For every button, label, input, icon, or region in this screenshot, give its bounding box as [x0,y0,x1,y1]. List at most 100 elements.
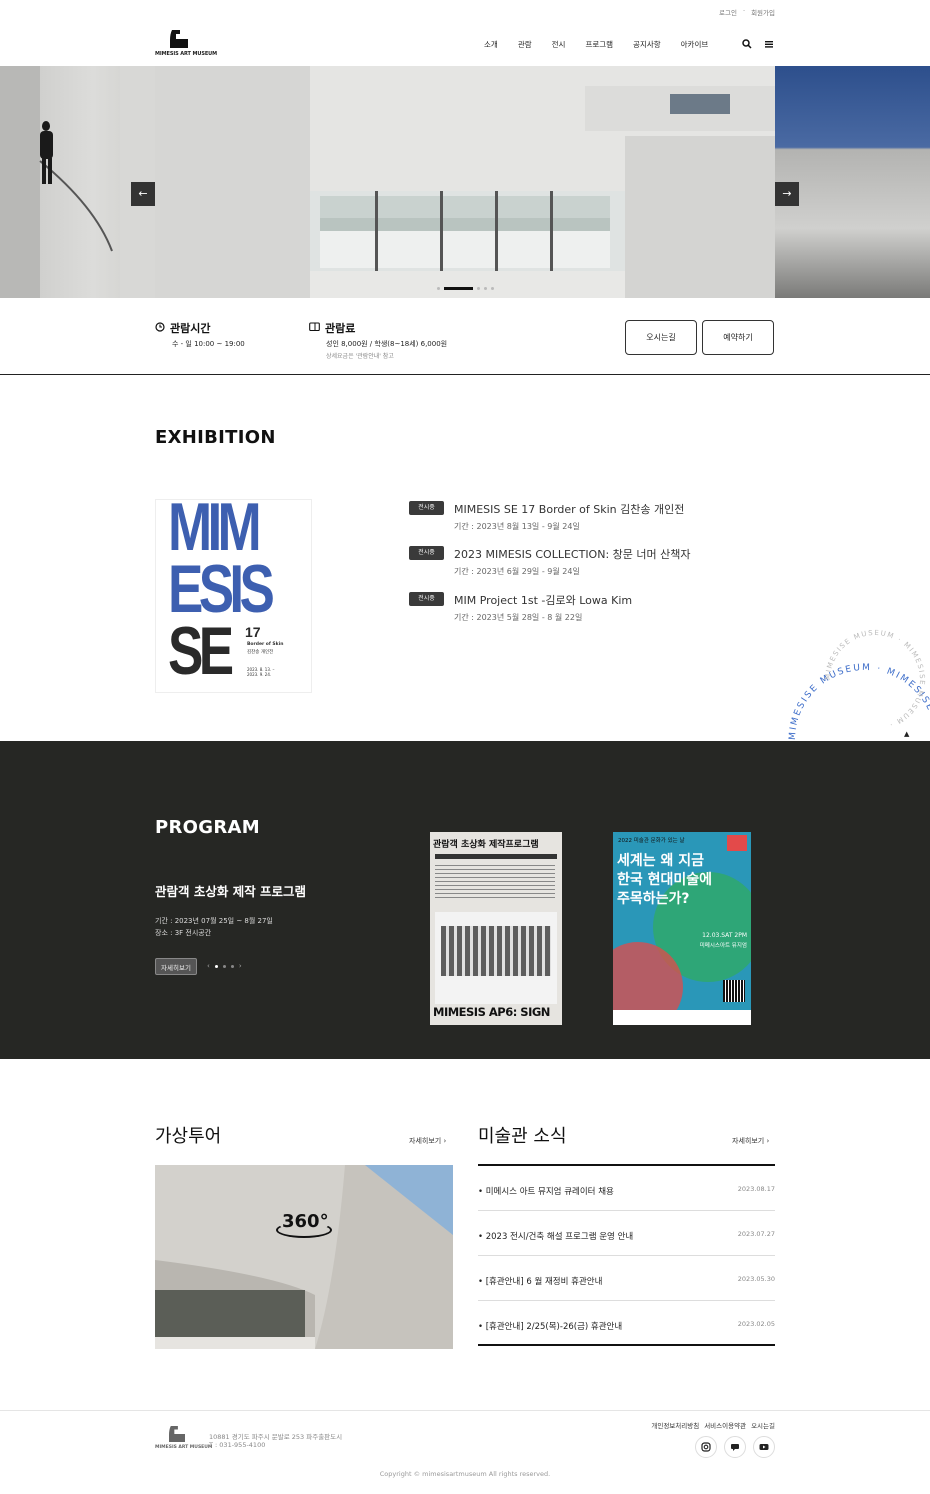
program-poster-2[interactable]: 2022 미술관 문화가 있는 날 세계는 왜 지금 한국 현대미술에 주목하는… [613,832,751,1025]
program-dot[interactable] [230,964,234,968]
poster-2-line-2: 한국 현대미술에 [617,872,713,888]
news-section-title: 미술관 소식 [478,1126,567,1147]
copyright: Copyright © mimesisartmuseum All rights … [379,1470,551,1478]
scroll-top-icon[interactable]: ▲ [904,730,909,738]
exhibition-list-item[interactable]: 전시중 MIM Project 1st -김로와 Lowa Kim 기간 : 2… [409,592,632,622]
visit-info-bar: 관람시간 수 - 일 10:00 ~ 19:00 관람료 성인 8,000원 /… [0,298,930,375]
news-item-title[interactable]: • 2023 전시/건축 해설 프로그램 운영 안내 [478,1230,633,1242]
youtube-icon[interactable] [753,1436,775,1458]
hero-current-slide-image [155,66,775,298]
poster-2-place: 미메시스아트 뮤지엄 [699,943,747,949]
ticket-icon [309,322,320,332]
hero-pagination [437,287,494,290]
hero-next-button[interactable]: → [775,182,799,206]
poster-number: 17 [245,624,261,640]
news-item-title-text: 2023 전시/건축 해설 프로그램 운영 안내 [485,1232,634,1242]
exhibition-list-item[interactable]: 전시중 2023 MIMESIS COLLECTION: 창문 너머 산책자 기… [409,546,690,576]
fee-value: 성인 8,000원 / 학생(8~18세) 6,000원 [326,340,448,348]
footer-phone: T : 031-955-4100 [209,1441,266,1449]
news-item-title-text: 미메시스 아트 뮤지엄 큐레이터 채용 [485,1187,614,1197]
exhibition-list-item[interactable]: 전시중 MIMESIS SE 17 Border of Skin 김찬송 개인전… [409,501,684,531]
news-list-item[interactable]: • 2023 전시/건축 해설 프로그램 운영 안내 2023.07.27 [478,1211,775,1256]
exhibition-item-date: 기간 : 2023년 8월 13일 - 9월 24일 [454,522,580,531]
tour-more-link[interactable]: 자세히보기 › [409,1136,446,1146]
program-period: 기간 : 2023년 07월 25일 ~ 8월 27일 [155,917,273,925]
news-item-title-text: [휴관안내] 6 월 재정비 휴관안내 [485,1277,603,1287]
chevron-right-icon: › [766,1137,770,1145]
privacy-policy-link[interactable]: 개인정보처리방침 [651,1420,699,1430]
chevron-left-icon[interactable]: ‹ [207,962,210,970]
directions-link[interactable]: 오시는길 [751,1420,775,1430]
search-icon[interactable] [742,39,752,49]
tour-section-title: 가상투어 [155,1126,222,1147]
signup-link[interactable]: 회원가입 [751,7,775,17]
poster-line-1: MIM [168,499,262,565]
exhibition-item-title[interactable]: MIMESIS SE 17 Border of Skin 김찬송 개인전 [454,501,684,517]
chat-icon[interactable] [724,1436,746,1458]
header-icons [742,39,774,49]
hours-title: 관람시간 [170,322,211,335]
program-name: 관람객 초상화 제작 프로그램 [155,884,307,899]
hero-dot[interactable] [484,287,487,290]
news-more-link[interactable]: 자세히보기 › [732,1136,769,1146]
nav-item-notice[interactable]: 공지사항 [633,39,661,50]
program-dot-active[interactable] [214,964,218,968]
poster-2-line-1: 세계는 왜 지금 [617,853,705,869]
poster-2-top-text: 2022 미술관 문화가 있는 날 [618,838,685,844]
hero-dot[interactable] [477,287,480,290]
hero-dot-active[interactable] [444,287,473,290]
chevron-right-icon[interactable]: › [239,962,242,970]
nav-item-visit[interactable]: 관람 [518,39,532,50]
poster-1-tagbar [435,854,557,859]
program-more-button[interactable]: 자세히보기 [155,958,197,975]
news-list-item[interactable]: • [휴관안내] 2/25(목)-26(금) 휴관안내 2023.02.05 [478,1301,775,1346]
news-item-title[interactable]: • [휴관안내] 6 월 재정비 휴관안내 [478,1275,602,1287]
program-dot[interactable] [222,964,226,968]
news-item-title[interactable]: • [휴관안내] 2/25(목)-26(금) 휴관안내 [478,1320,622,1332]
program-poster-1[interactable]: 관람객 초상화 제작프로그램 MIMESIS AP6: SIGN [430,832,562,1025]
news-item-date: 2023.05.30 [737,1275,775,1283]
hours-value: 수 - 일 10:00 ~ 19:00 [172,340,245,348]
site-logo[interactable]: MIMESIS ART MUSEUM [155,30,217,60]
booking-button[interactable]: 예약하기 [702,320,774,355]
nav-item-about[interactable]: 소개 [484,39,498,50]
nav-item-exhibition[interactable]: 전시 [552,39,566,50]
hero-slider: ← → [0,66,930,298]
footer-logo[interactable]: MIMESIS ART MUSEUM [155,1426,212,1454]
concrete-building-illustration [155,1165,453,1349]
circular-text-decoration: MIMESISE MUSEUM · MIMESISE MUSEUM · MIME… [700,590,930,742]
news-list-item[interactable]: • 미메시스 아트 뮤지엄 큐레이터 채용 2023.08.17 [478,1166,775,1211]
status-badge: 전시중 [409,501,444,515]
news-item-title[interactable]: • 미메시스 아트 뮤지엄 큐레이터 채용 [478,1185,614,1197]
exhibition-item-title[interactable]: MIM Project 1st -김로와 Lowa Kim [454,592,632,608]
separator: · [743,7,746,15]
nav-item-archive[interactable]: 아카이브 [681,39,709,50]
login-link[interactable]: 로그인 [719,7,737,17]
qr-code-icon [723,980,745,1002]
poster-2-date: 12.03.SAT 2PM [702,932,747,939]
exhibition-poster[interactable]: MIM ESIS SE 17 Border of Skin 김찬송 개인전 20… [155,499,312,693]
program-place: 장소 : 3F 전시공간 [155,929,212,937]
instagram-icon[interactable] [695,1436,717,1458]
hero-dot[interactable] [491,287,494,290]
menu-icon[interactable] [764,39,774,49]
news-item-title-text: [휴관안내] 2/25(목)-26(금) 휴관안내 [485,1322,623,1332]
news-list-item[interactable]: • [휴관안내] 6 월 재정비 휴관안내 2023.05.30 [478,1256,775,1301]
directions-button[interactable]: 오시는길 [625,320,697,355]
footer-links: 개인정보처리방침 서비스이용약관 오시는길 [651,1420,775,1430]
hero-prev-button[interactable]: ← [131,182,155,206]
news-item-date: 2023.02.05 [737,1320,775,1328]
news-item-date: 2023.07.27 [737,1230,775,1238]
nav-item-program[interactable]: 프로그램 [585,39,613,50]
fee-title: 관람료 [325,322,356,335]
poster-dates: 2023. 8. 13. – 2023. 9. 24. [247,667,275,677]
poster-2-logo-mark [727,835,747,851]
poster-2-footer-bar [613,1010,751,1025]
poster-1-body-text [435,865,555,901]
utility-links: 로그인 · 회원가입 [719,7,775,17]
terms-link[interactable]: 서비스이용약관 [704,1420,746,1430]
exhibition-item-title[interactable]: 2023 MIMESIS COLLECTION: 창문 너머 산책자 [454,546,690,562]
virtual-tour-image[interactable]: 360° [155,1165,453,1349]
poster-subtitle-1: Border of Skin [247,642,284,647]
hero-dot[interactable] [437,287,440,290]
